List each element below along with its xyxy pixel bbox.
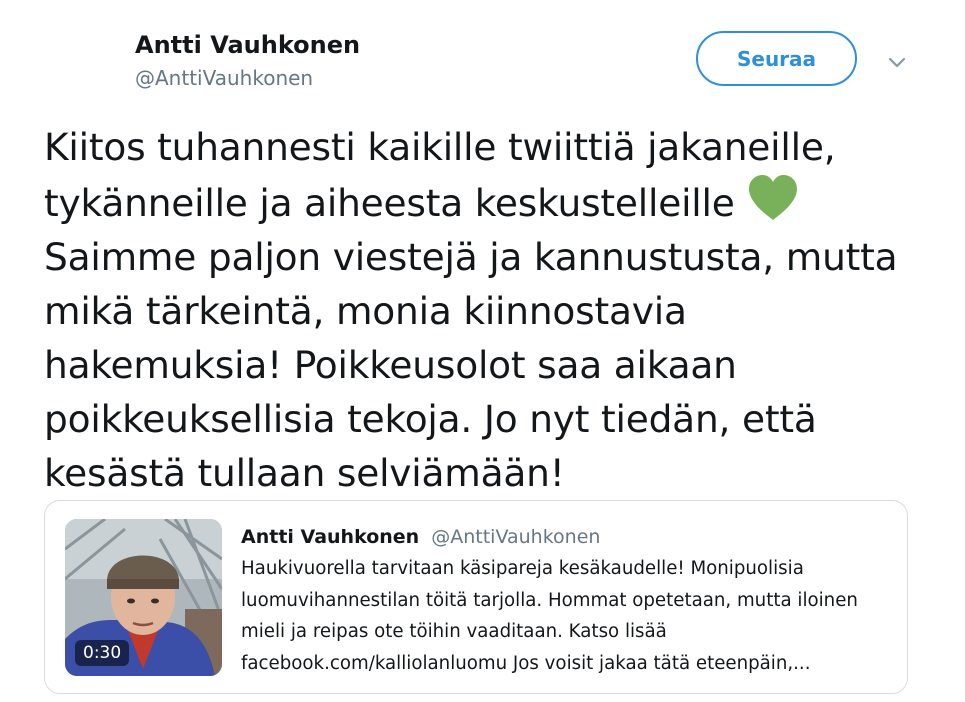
tweet-text: Kiitos tuhannesti kaikille twiittiä jaka… (44, 120, 944, 500)
quoted-author-handle: @AnttiVauhkonen (431, 526, 601, 548)
quoted-text-line: mieli ja reipas ote töihin vaaditaan. Ka… (241, 621, 667, 642)
quoted-tweet-text: Haukivuorella tarvitaan käsipareja kesäk… (241, 553, 901, 679)
follow-button[interactable]: Seuraa (696, 31, 857, 86)
quoted-text-line: Haukivuorella tarvitaan käsipareja kesäk… (241, 558, 804, 579)
chevron-down-icon[interactable] (885, 50, 909, 74)
video-duration-badge: 0:30 (75, 640, 130, 666)
author-handle[interactable]: @AnttiVauhkonen (135, 64, 313, 92)
author-name[interactable]: Antti Vauhkonen (135, 29, 360, 61)
quoted-tweet-card[interactable]: 0:30 Antti Vauhkonen @AnttiVauhkonen Hau… (44, 500, 908, 694)
tweet-text-line: tykänneille ja aiheesta keskustelleille (44, 174, 944, 230)
tweet-text-line: Saimme paljon viestejä ja kannustusta, m… (44, 235, 898, 279)
tweet-text-line: kesästä tullaan selviämään! (44, 451, 565, 495)
quoted-text-line: facebook.com/kalliolanluomu Jos voisit j… (241, 652, 811, 674)
quoted-text-line: luomuvihannestilan töitä tarjolla. Homma… (241, 589, 858, 611)
quoted-author-name: Antti Vauhkonen (241, 526, 420, 548)
tweet-text-line: mikä tärkeintä, monia kiinnostavia (44, 289, 687, 333)
tweet-text-line: Kiitos tuhannesti kaikille twiittiä jaka… (44, 125, 836, 169)
video-thumbnail[interactable]: 0:30 (65, 519, 222, 676)
green-heart-icon (748, 175, 797, 220)
tweet-text-line: poikkeuksellisia tekoja. Jo nyt tiedän, … (44, 397, 817, 441)
quoted-tweet-header: Antti Vauhkonen @AnttiVauhkonen (241, 523, 600, 551)
tweet-text-line: hakemuksia! Poikkeusolot saa aikaan (44, 343, 737, 387)
tweet-text-line-content: tykänneille ja aiheesta keskustelleille (44, 181, 735, 225)
